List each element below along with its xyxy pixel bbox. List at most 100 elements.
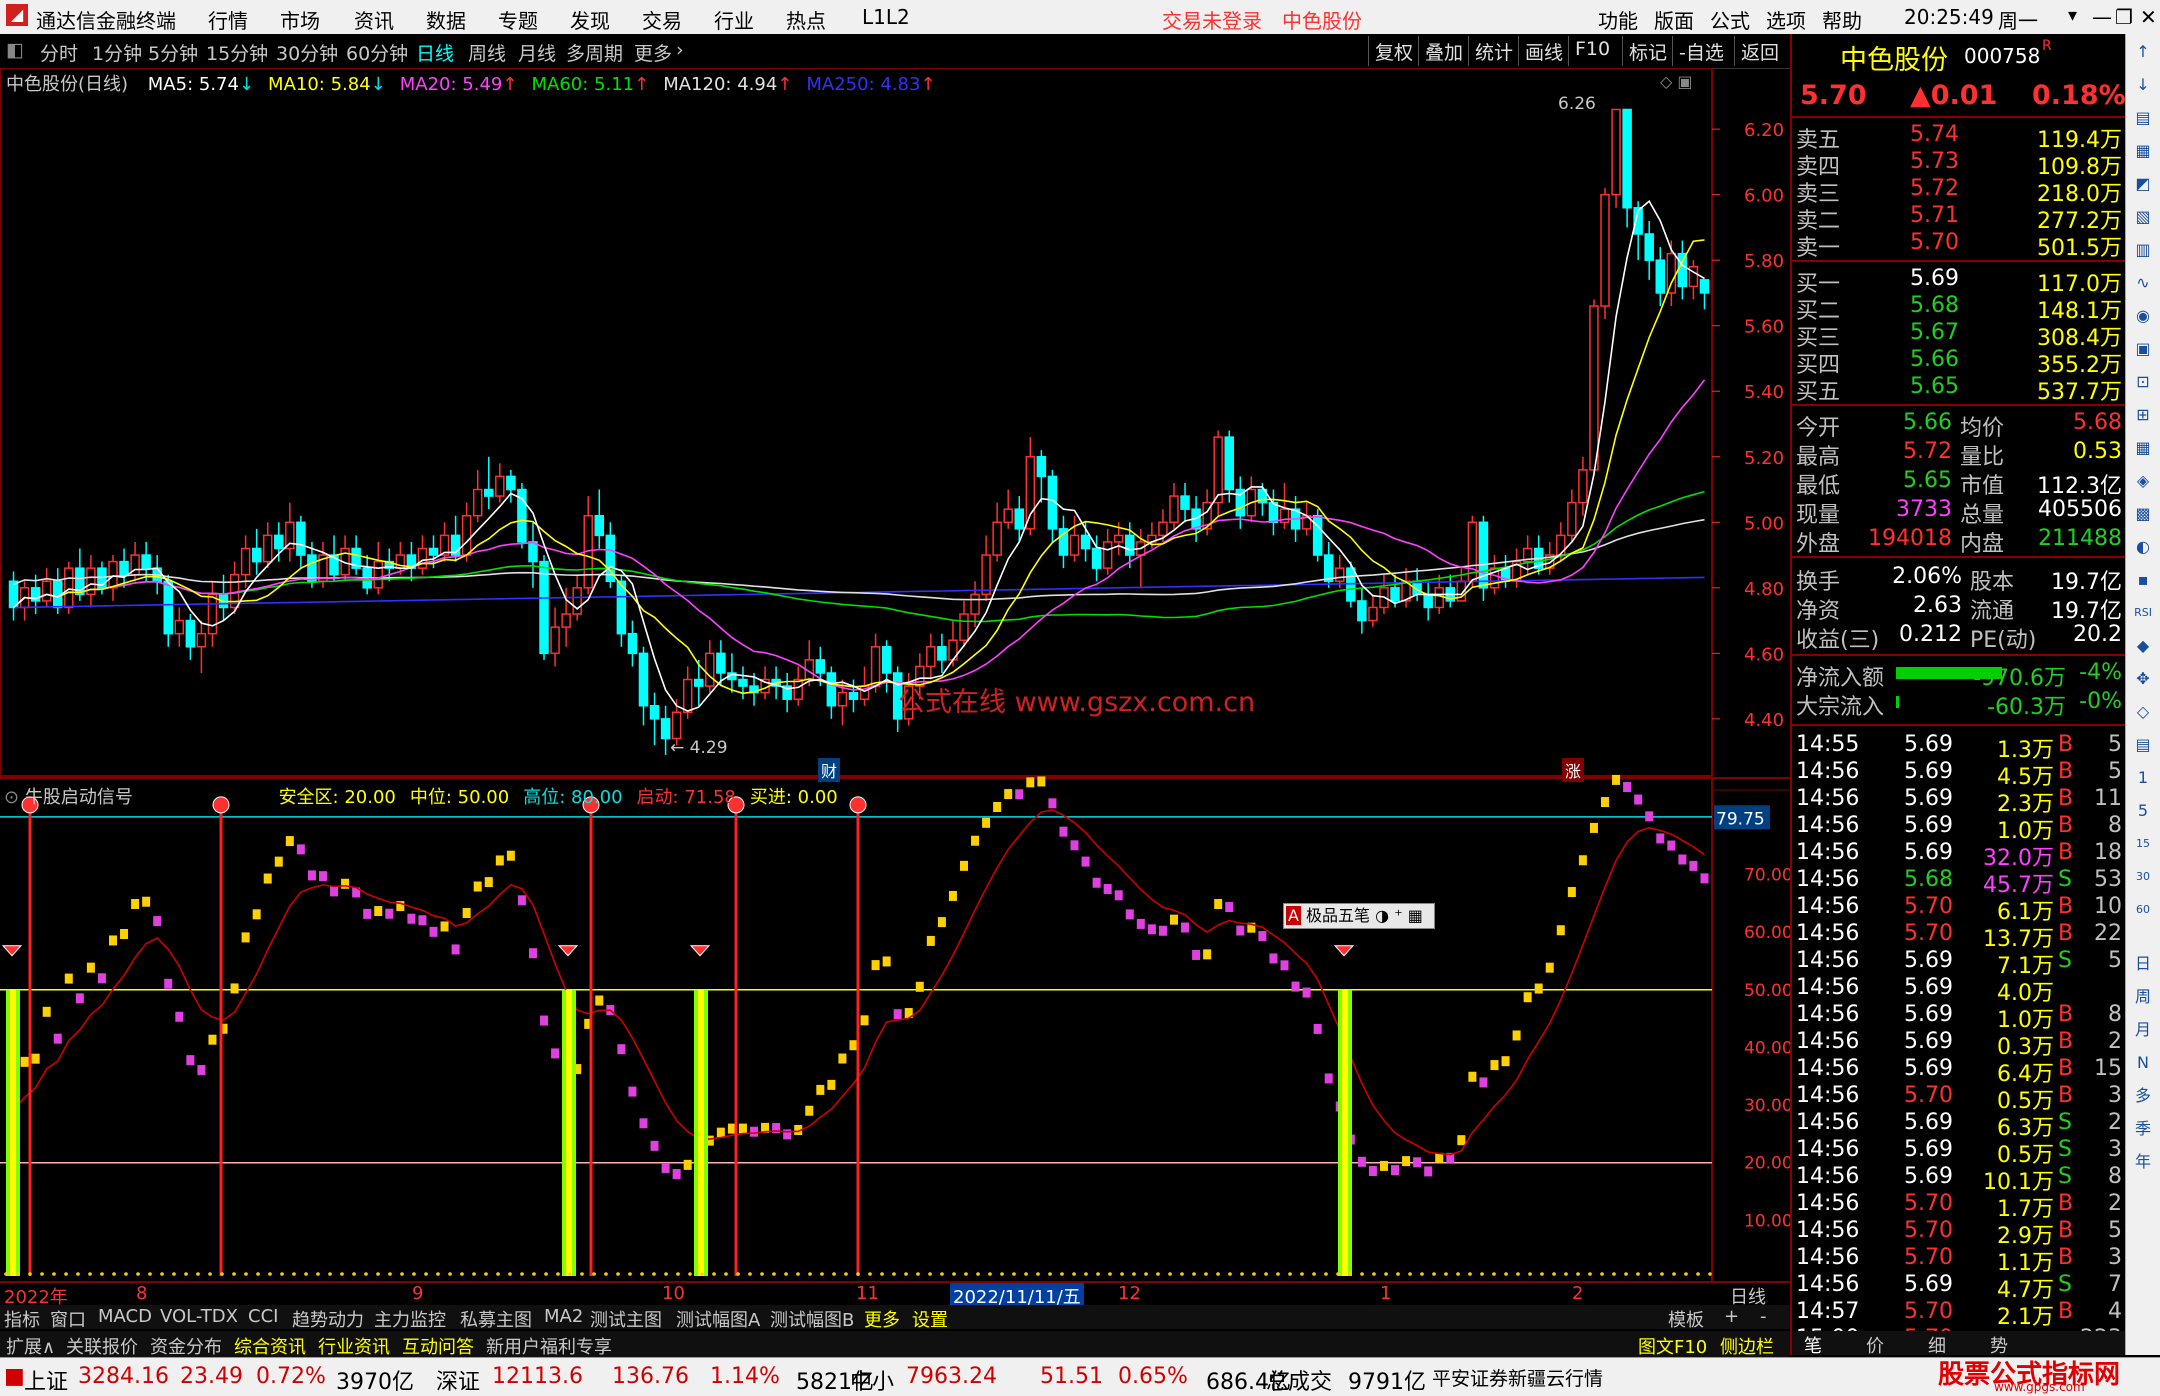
right-menu-item[interactable]: 帮助 (1822, 5, 1862, 34)
tab-5[interactable]: 60分钟 (346, 39, 408, 66)
quote-tab[interactable]: 笔 (1804, 1332, 1822, 1358)
period-shortcut[interactable]: 日 (2131, 952, 2155, 976)
side-tool-icon[interactable]: ◐ (2131, 535, 2155, 559)
indicator-toggle-icon[interactable]: ⊙ (4, 787, 19, 808)
toolbar-button[interactable]: 复权 (1368, 36, 1419, 66)
template-button[interactable]: + (1724, 1306, 1739, 1327)
side-tool-icon[interactable]: ⊡ (2131, 370, 2155, 394)
info-tab[interactable]: 扩展∧ (6, 1333, 55, 1359)
side-tool-icon[interactable]: ◩ (2131, 172, 2155, 196)
period-shortcut[interactable]: 多 (2131, 1084, 2155, 1108)
toolbar-button[interactable]: 统计 (1468, 36, 1519, 66)
chart-option-icon[interactable]: ◇ ▣ (1660, 72, 1693, 91)
indicator-tab[interactable]: 私募主图 (460, 1306, 532, 1332)
side-tool-icon[interactable]: ▤ (2131, 733, 2155, 757)
info-tab[interactable]: 关联报价 (66, 1333, 138, 1359)
side-tool-icon[interactable]: 5 (2131, 799, 2155, 823)
indicator-tab[interactable]: CCI (248, 1306, 278, 1327)
period-shortcut[interactable]: N (2131, 1051, 2155, 1075)
f10-button[interactable]: 图文F10 (1638, 1333, 1707, 1359)
tab-0[interactable]: 分时 (40, 39, 78, 66)
side-tool-icon[interactable]: 60 (2131, 898, 2155, 922)
side-tool-icon[interactable]: ⊞ (2131, 403, 2155, 427)
side-tool-icon[interactable]: ✥ (2131, 667, 2155, 691)
toolbar-button[interactable]: 画线 (1518, 36, 1569, 66)
tab-9[interactable]: 多周期 (566, 39, 623, 66)
broker-name[interactable]: 平安证券新疆云行情 (1432, 1364, 1603, 1391)
side-tool-icon[interactable]: ▦ (2131, 436, 2155, 460)
menu-item[interactable]: 行业 (714, 5, 754, 34)
side-tool-icon[interactable]: ▤ (2131, 106, 2155, 130)
info-tab[interactable]: 行业资讯 (318, 1333, 390, 1359)
panel-toggle-icon[interactable]: ◧ (6, 39, 24, 61)
info-tab[interactable]: 互动问答 (402, 1333, 474, 1359)
minimize-icon[interactable]: — (2092, 5, 2112, 29)
indicator-tab[interactable]: 更多 (864, 1306, 900, 1332)
toolbar-button[interactable]: 叠加 (1418, 36, 1469, 66)
side-tool-icon[interactable]: ▣ (2131, 337, 2155, 361)
side-tool-icon[interactable]: 15 (2131, 832, 2155, 856)
limit-up-badge[interactable]: 涨 (1562, 758, 1585, 782)
menu-item[interactable]: 市场 (280, 5, 320, 34)
indicator-tab[interactable]: MACD (98, 1306, 152, 1327)
menu-item[interactable]: 热点 (786, 5, 826, 34)
toolbar-button[interactable]: -自选 (1672, 36, 1730, 66)
period-shortcut[interactable]: 年 (2131, 1150, 2155, 1174)
side-tool-icon[interactable]: ↓ (2131, 73, 2155, 97)
indicator-tab[interactable]: 测试主图 (590, 1306, 662, 1332)
tab-1[interactable]: 1分钟 (92, 39, 142, 66)
ime-toolbar[interactable]: A 极品五笔 ◑ ⁺ ▦ (1283, 903, 1435, 929)
side-tool-icon[interactable]: ∿ (2131, 271, 2155, 295)
side-tool-icon[interactable]: ▪ (2131, 568, 2155, 592)
template-button[interactable]: - (1760, 1306, 1767, 1327)
side-tool-icon[interactable]: ▦ (2131, 139, 2155, 163)
ime-mode-icon[interactable]: ◑ ⁺ ▦ (1375, 906, 1423, 925)
side-tool-icon[interactable]: ◈ (2131, 469, 2155, 493)
close-icon[interactable]: ✕ (2140, 5, 2157, 29)
side-tool-icon[interactable]: ▥ (2131, 238, 2155, 262)
tab-7[interactable]: 周线 (468, 39, 506, 66)
side-tool-icon[interactable]: ◉ (2131, 304, 2155, 328)
info-tab[interactable]: 综合资讯 (234, 1333, 306, 1359)
indicator-tab[interactable]: MA2 (544, 1306, 583, 1327)
index-field[interactable]: 上证 (24, 1364, 68, 1396)
info-tab[interactable]: 新用户福利专享 (486, 1333, 612, 1359)
right-menu-item[interactable]: 选项 (1766, 5, 1806, 34)
financial-badge[interactable]: 财 (818, 758, 841, 782)
side-tool-icon[interactable]: ▧ (2131, 205, 2155, 229)
menu-item[interactable]: 专题 (498, 5, 538, 34)
more-chevron-icon[interactable]: › (676, 39, 684, 61)
template-button[interactable]: 模板 (1668, 1306, 1704, 1332)
period-shortcut[interactable]: 周 (2131, 985, 2155, 1009)
indicator-tab[interactable]: 测试幅图B (770, 1306, 854, 1332)
indicator-tab[interactable]: 指标 (4, 1306, 40, 1332)
indicator-tab[interactable]: 窗口 (50, 1306, 86, 1332)
window-menu-icon[interactable]: ▾ (2068, 5, 2077, 26)
tab-10[interactable]: 更多 (634, 39, 672, 66)
period-shortcut[interactable]: 月 (2131, 1018, 2155, 1042)
restore-icon[interactable]: ❐ (2115, 5, 2133, 29)
side-tool-icon[interactable]: 30 (2131, 865, 2155, 889)
tab-8[interactable]: 月线 (518, 39, 556, 66)
index-field[interactable]: 中小 (850, 1364, 894, 1396)
menu-item[interactable]: 资讯 (354, 5, 394, 34)
right-menu-item[interactable]: 版面 (1654, 5, 1694, 34)
menu-item[interactable]: 数据 (426, 5, 466, 34)
side-tool-icon[interactable]: 1 (2131, 766, 2155, 790)
side-tool-icon[interactable]: ↑ (2131, 40, 2155, 64)
toolbar-button[interactable]: F10 (1568, 36, 1616, 66)
index-field[interactable]: 深证 (436, 1364, 480, 1396)
tab-4[interactable]: 30分钟 (276, 39, 338, 66)
menu-item[interactable]: 行情 (208, 5, 248, 34)
indicator-tab[interactable]: 设置 (912, 1306, 948, 1332)
right-menu-item[interactable]: 公式 (1710, 5, 1750, 34)
tab-2[interactable]: 5分钟 (148, 39, 198, 66)
toolbar-button[interactable]: 标记 (1622, 36, 1673, 66)
menu-item[interactable]: L1L2 (862, 5, 910, 29)
side-tool-icon[interactable]: ◆ (2131, 634, 2155, 658)
side-tool-icon[interactable]: ▩ (2131, 502, 2155, 526)
period-shortcut[interactable]: 季 (2131, 1117, 2155, 1141)
quote-tab[interactable]: 价 (1866, 1332, 1884, 1358)
menu-item[interactable]: 交易 (642, 5, 682, 34)
indicator-tab[interactable]: 趋势动力 (292, 1306, 364, 1332)
